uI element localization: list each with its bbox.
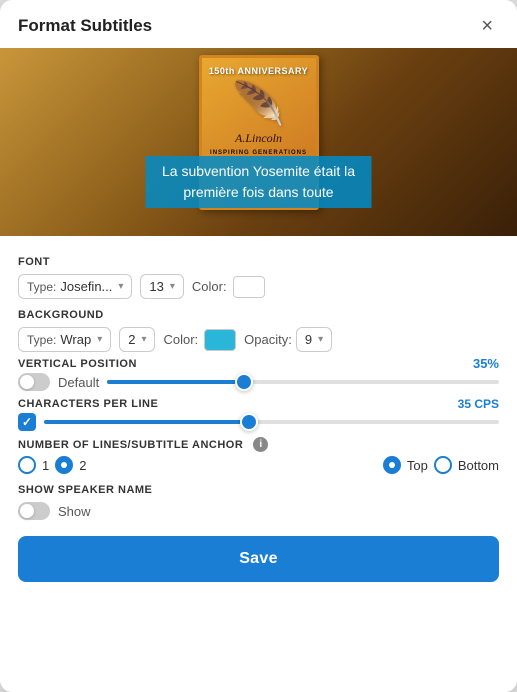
cps-thumb[interactable] (240, 413, 258, 431)
speaker-show-label: Show (58, 504, 91, 519)
font-size-select[interactable]: 13 ▾ (140, 274, 184, 299)
cps-slider-row (18, 413, 499, 431)
preview-area: 150th ANNIVERSARY 🪶 A.Lincoln INSPIRING … (0, 48, 517, 236)
num-lines-1-radio[interactable] (18, 456, 36, 474)
num-lines-2-radio[interactable] (55, 456, 73, 474)
bg-color-label: Color: (163, 332, 198, 347)
bg-opacity-select[interactable]: 9 ▾ (296, 327, 332, 352)
dialog-content: FONT Type: Josefin... ▾ 13 ▾ Color: BACK… (0, 236, 517, 520)
font-color-label: Color: (192, 279, 227, 294)
cps-value: 35 CPS (458, 397, 499, 411)
bg-size-select[interactable]: 2 ▾ (119, 327, 155, 352)
bg-color-swatch[interactable] (204, 329, 236, 351)
font-type-select[interactable]: Type: Josefin... ▾ (18, 274, 132, 299)
vertical-position-track[interactable] (107, 380, 499, 384)
bg-size-chevron: ▾ (141, 334, 146, 345)
vertical-position-slider-row: Default (18, 373, 499, 391)
cps-checkbox[interactable] (18, 413, 36, 431)
cps-label: CHARACTERS PER LINE (18, 398, 158, 410)
bg-type-select[interactable]: Type: Wrap ▾ (18, 327, 111, 352)
cps-fill (44, 420, 249, 424)
vertical-position-fill (107, 380, 244, 384)
speaker-show-row: Show (18, 502, 499, 520)
font-type-chevron: ▾ (118, 281, 123, 292)
vertical-position-header: VERTICAL POSITION 35% (18, 356, 499, 371)
bg-opacity-chevron: ▾ (318, 334, 323, 345)
font-color-swatch[interactable] (233, 276, 265, 298)
num-lines-group: 1 2 (18, 456, 86, 474)
font-row: Type: Josefin... ▾ 13 ▾ Color: (18, 274, 499, 299)
anchor-top-radio[interactable] (383, 456, 401, 474)
stamp-feather-icon: 🪶 (232, 80, 284, 129)
save-button[interactable]: Save (18, 536, 499, 582)
font-size-chevron: ▾ (170, 281, 175, 292)
num-lines-1-label: 1 (42, 458, 49, 473)
anchor-bottom-radio[interactable] (434, 456, 452, 474)
info-icon[interactable]: i (253, 437, 268, 452)
font-section-label: FONT (18, 256, 499, 268)
speaker-name-section-label: SHOW SPEAKER NAME (18, 484, 499, 496)
close-button[interactable]: × (475, 14, 499, 38)
bg-opacity-group: Opacity: 9 ▾ (244, 327, 332, 352)
dialog-title: Format Subtitles (18, 16, 152, 36)
font-type-label: Type: (27, 280, 56, 294)
cps-header: CHARACTERS PER LINE 35 CPS (18, 397, 499, 411)
bg-color-group: Color: (163, 329, 236, 351)
bg-type-value: Wrap (60, 332, 91, 347)
cps-track[interactable] (44, 420, 499, 424)
stamp-anniversary-text: 150th ANNIVERSARY (209, 66, 308, 76)
vertical-position-thumb[interactable] (235, 373, 253, 391)
vertical-position-label: VERTICAL POSITION (18, 358, 137, 370)
lines-anchor-row: 1 2 Top Bottom (18, 456, 499, 474)
bg-size-value: 2 (128, 332, 135, 347)
anchor-bottom-label: Bottom (458, 458, 499, 473)
num-lines-2-label: 2 (79, 458, 86, 473)
background-row: Type: Wrap ▾ 2 ▾ Color: Opacity: 9 ▾ (18, 327, 499, 352)
font-type-value: Josefin... (60, 279, 112, 294)
bg-opacity-value: 9 (305, 332, 312, 347)
bg-type-label: Type: (27, 333, 56, 347)
subtitle-overlay: La subvention Yosemite était la première… (0, 156, 517, 208)
lines-anchor-header: NUMBER OF LINES/SUBTITLE ANCHOR i (18, 437, 499, 452)
stamp-bottom-text: INSPIRING GENERATIONS (210, 150, 307, 156)
vertical-default-label: Default (58, 375, 99, 390)
bg-opacity-label: Opacity: (244, 332, 292, 347)
lines-anchor-label: NUMBER OF LINES/SUBTITLE ANCHOR (18, 439, 243, 451)
vertical-default-toggle[interactable] (18, 373, 50, 391)
anchor-top-label: Top (407, 458, 428, 473)
dialog-header: Format Subtitles × (0, 0, 517, 48)
subtitle-line1: La subvention Yosemite était la première… (146, 156, 371, 208)
stamp-signature-text: A.Lincoln (235, 131, 282, 146)
background-section-label: BACKGROUND (18, 309, 499, 321)
font-color-group: Color: (192, 276, 265, 298)
vertical-position-percent: 35% (473, 356, 499, 371)
font-size-value: 13 (149, 279, 163, 294)
bg-type-chevron: ▾ (97, 334, 102, 345)
format-subtitles-dialog: Format Subtitles × 150th ANNIVERSARY 🪶 A… (0, 0, 517, 692)
speaker-show-toggle[interactable] (18, 502, 50, 520)
anchor-group: Top Bottom (383, 456, 499, 474)
